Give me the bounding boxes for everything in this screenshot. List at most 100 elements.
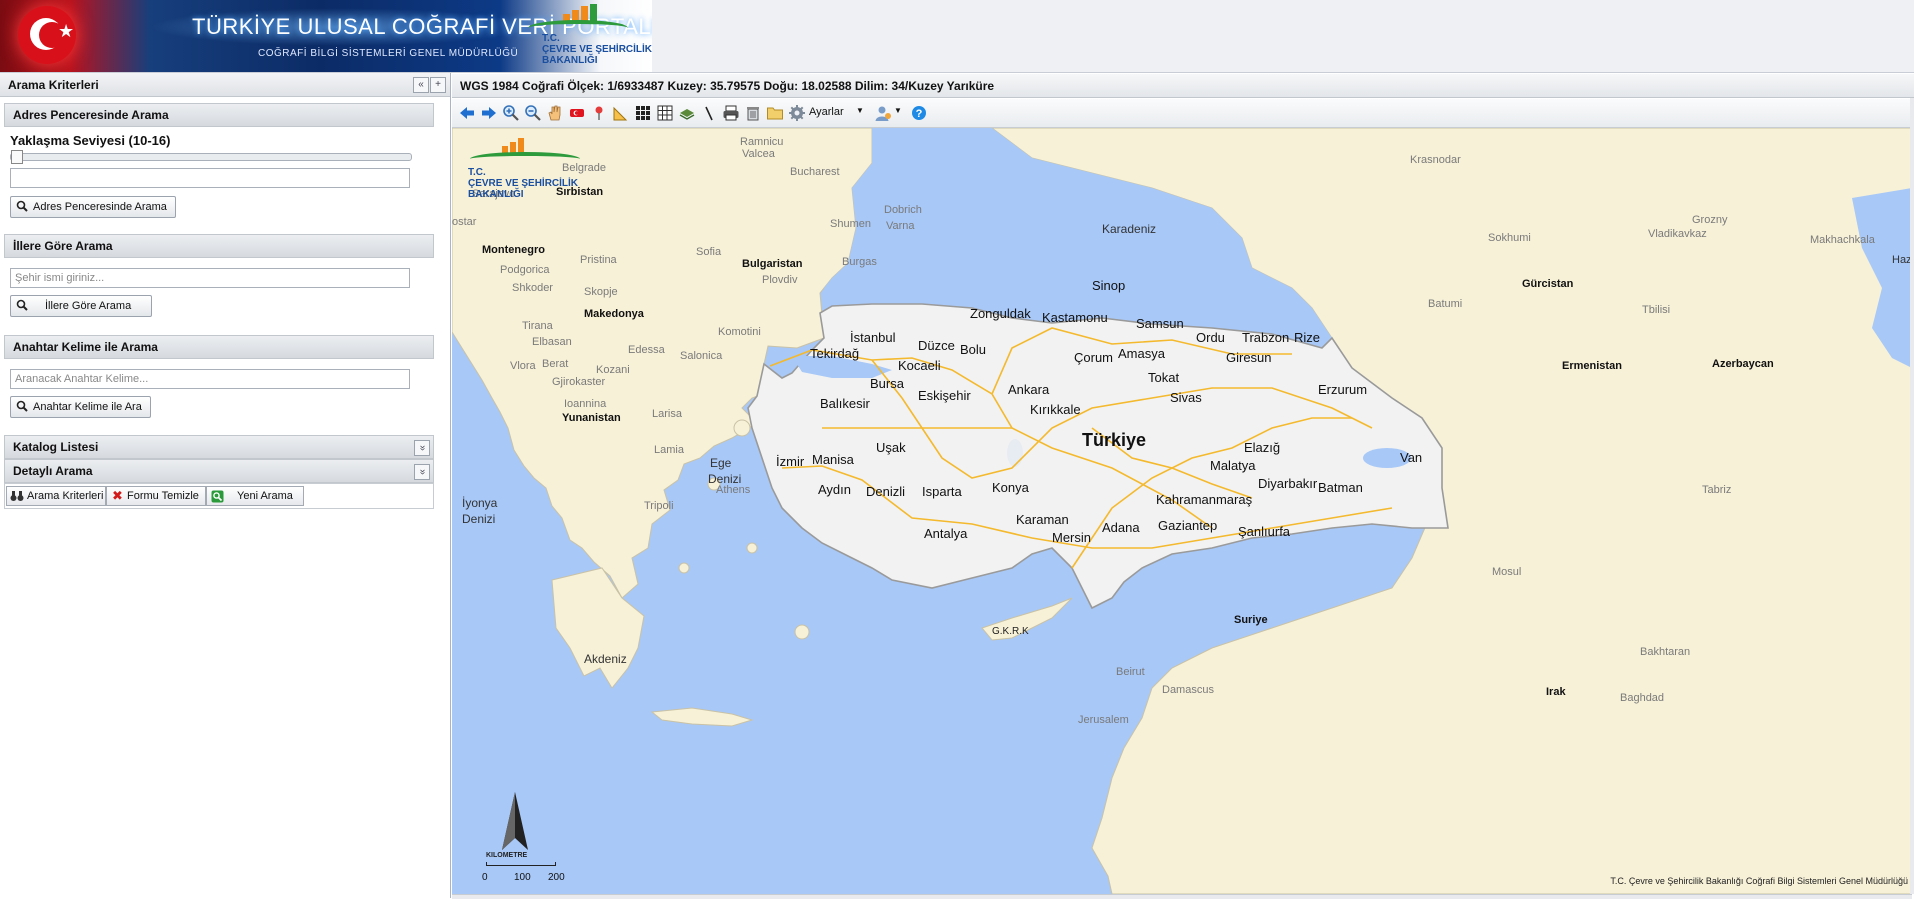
island xyxy=(794,624,810,640)
measure-icon[interactable] xyxy=(612,104,630,122)
settings-label: Ayarlar xyxy=(809,106,844,118)
catalog-list-title: Katalog Listesi xyxy=(13,440,99,454)
search-panel-title: Arama Kriterleri xyxy=(8,78,99,92)
search-icon xyxy=(16,400,28,412)
catalog-list-header[interactable]: Katalog Listesi xyxy=(4,435,434,459)
keyword-search-title: Anahtar Kelime ile Arama xyxy=(13,340,158,354)
logo-swoosh-icon xyxy=(470,152,580,166)
pin-icon[interactable] xyxy=(590,104,608,122)
zoom-in-icon[interactable] xyxy=(502,104,520,122)
ministry-logo-line3: BAKANLIĞI xyxy=(542,55,598,66)
zoom-level-label: Yaklaşma Seviyesi (10-16) xyxy=(10,133,171,148)
header-banner: ★ TÜRKİYE ULUSAL COĞRAFİ VERİ PORTALI CO… xyxy=(0,0,1914,73)
search-icon xyxy=(16,299,28,311)
scale-tick: 0 xyxy=(482,872,488,883)
draw-line-icon[interactable] xyxy=(700,104,718,122)
city-input[interactable] xyxy=(10,268,410,288)
north-arrow-scale: KILOMETRE 0 100 200 xyxy=(470,790,565,890)
horizontal-scrollbar[interactable] xyxy=(452,894,1912,899)
map-logo-line3: BAKANLIĞI xyxy=(468,189,524,200)
delete-icon[interactable] xyxy=(744,104,762,122)
chevron-down-icon: ▼ xyxy=(856,106,864,115)
turkish-flag-icon: ★ xyxy=(18,6,76,64)
keyword-input[interactable] xyxy=(10,369,410,389)
clear-form-button[interactable]: ✖ Formu Temizle xyxy=(106,486,206,506)
user-menu[interactable]: ▼ xyxy=(874,103,904,123)
detailed-search-header[interactable]: Detaylı Arama xyxy=(4,459,434,483)
keyword-search-header[interactable]: Anahtar Kelime ile Arama xyxy=(4,335,434,359)
map-logo-line1: T.C. xyxy=(468,167,486,178)
lake-tuz xyxy=(1007,439,1023,467)
new-search-icon xyxy=(211,490,224,503)
address-search-title: Adres Penceresinde Arama xyxy=(13,108,169,122)
island xyxy=(746,542,758,554)
new-search-button[interactable]: Yeni Arama xyxy=(206,486,304,506)
scale-title: KILOMETRE xyxy=(486,852,528,859)
map-canvas[interactable]: Ramnicu Valcea Belgrade Sırbistan Saraje… xyxy=(452,128,1912,894)
layers-icon[interactable] xyxy=(678,104,696,122)
help-icon[interactable]: ? xyxy=(910,104,928,122)
grid-small-icon[interactable] xyxy=(656,104,674,122)
address-search-header[interactable]: Adres Penceresinde Arama xyxy=(4,103,434,127)
address-search-button-label: Adres Penceresinde Arama xyxy=(33,201,167,213)
new-search-button-label: Yeni Arama xyxy=(237,490,293,502)
ministry-logo-line2: ÇEVRE VE ŞEHİRCİLİK xyxy=(542,44,652,55)
back-arrow-icon[interactable] xyxy=(458,104,476,122)
province-search-button[interactable]: İllere Göre Arama xyxy=(10,295,152,317)
scale-bar xyxy=(486,862,556,866)
gear-icon xyxy=(789,105,805,121)
portal-subtitle: COĞRAFİ BİLGİ SİSTEMLERİ GENEL MÜDÜRLÜĞÜ xyxy=(258,48,519,59)
expand-catalog-button[interactable]: » xyxy=(414,440,430,456)
forward-arrow-icon[interactable] xyxy=(480,104,498,122)
island xyxy=(707,477,721,491)
clear-x-icon: ✖ xyxy=(112,488,123,503)
province-search-button-label: İllere Göre Arama xyxy=(45,300,132,312)
expand-panel-button[interactable]: + xyxy=(430,77,446,93)
island xyxy=(678,562,690,574)
coordinate-status-bar: WGS 1984 Coğrafi Ölçek: 1/6933487 Kuzey:… xyxy=(452,74,1914,98)
search-panel-header: Arama Kriterleri xyxy=(0,73,450,97)
scale-tick: 200 xyxy=(548,872,565,883)
svg-text:?: ? xyxy=(916,108,923,120)
keyword-search-button[interactable]: Anahtar Kelime ile Ara xyxy=(10,396,151,418)
coordinate-readout: WGS 1984 Coğrafi Ölçek: 1/6933487 Kuzey:… xyxy=(460,79,995,93)
collapse-panel-button[interactable]: « xyxy=(413,77,429,93)
cyprus-island xyxy=(981,597,1073,641)
province-search-title: İllere Göre Arama xyxy=(13,239,113,253)
zoom-level-slider-thumb[interactable] xyxy=(11,150,23,164)
island xyxy=(733,419,751,437)
crete-island xyxy=(650,707,754,727)
print-icon[interactable] xyxy=(722,104,740,122)
ministry-logo: T.C. ÇEVRE VE ŞEHİRCİLİK BAKANLIĞI xyxy=(528,4,652,70)
portal-banner: ★ TÜRKİYE ULUSAL COĞRAFİ VERİ PORTALI CO… xyxy=(0,0,652,72)
grid-large-icon[interactable] xyxy=(634,104,652,122)
map-toolbar: Ayarlar ▼ ▼ ? xyxy=(452,99,1914,128)
address-search-button[interactable]: Adres Penceresinde Arama xyxy=(10,196,176,218)
pan-hand-icon[interactable] xyxy=(546,104,564,122)
map-logo-line2: ÇEVRE VE ŞEHİRCİLİK xyxy=(468,178,579,189)
vertical-scrollbar[interactable] xyxy=(1910,98,1914,894)
search-panel: Arama Kriterleri « + Adres Penceresinde … xyxy=(0,73,451,898)
search-icon xyxy=(16,200,28,212)
flag-icon[interactable] xyxy=(568,104,586,122)
user-icon xyxy=(875,106,891,121)
chevron-down-icon: ▼ xyxy=(894,106,902,115)
lake-van xyxy=(1363,448,1411,468)
province-search-header[interactable]: İllere Göre Arama xyxy=(4,234,434,258)
clear-form-button-label: Formu Temizle xyxy=(127,490,199,502)
map-credit: T.C. Çevre ve Şehircilik Bakanlığı Coğra… xyxy=(1610,876,1908,886)
zoom-level-slider[interactable] xyxy=(10,150,412,164)
map-ministry-logo: T.C. ÇEVRE VE ŞEHİRCİLİK BAKANLIĞI xyxy=(460,138,600,208)
keyword-search-button-label: Anahtar Kelime ile Ara xyxy=(33,401,142,413)
search-criteria-button[interactable]: Arama Kriterleri xyxy=(6,486,106,506)
binoculars-icon xyxy=(10,491,24,501)
address-input[interactable] xyxy=(10,168,410,188)
expand-detailed-search-button[interactable]: » xyxy=(414,464,430,480)
scale-tick: 100 xyxy=(514,872,531,883)
zoom-out-icon[interactable] xyxy=(524,104,542,122)
ministry-logo-line1: T.C. xyxy=(542,33,560,44)
detailed-search-title: Detaylı Arama xyxy=(13,464,93,478)
folder-icon[interactable] xyxy=(766,104,784,122)
settings-menu[interactable]: Ayarlar ▼ xyxy=(788,103,868,123)
map-svg[interactable] xyxy=(452,128,1912,894)
